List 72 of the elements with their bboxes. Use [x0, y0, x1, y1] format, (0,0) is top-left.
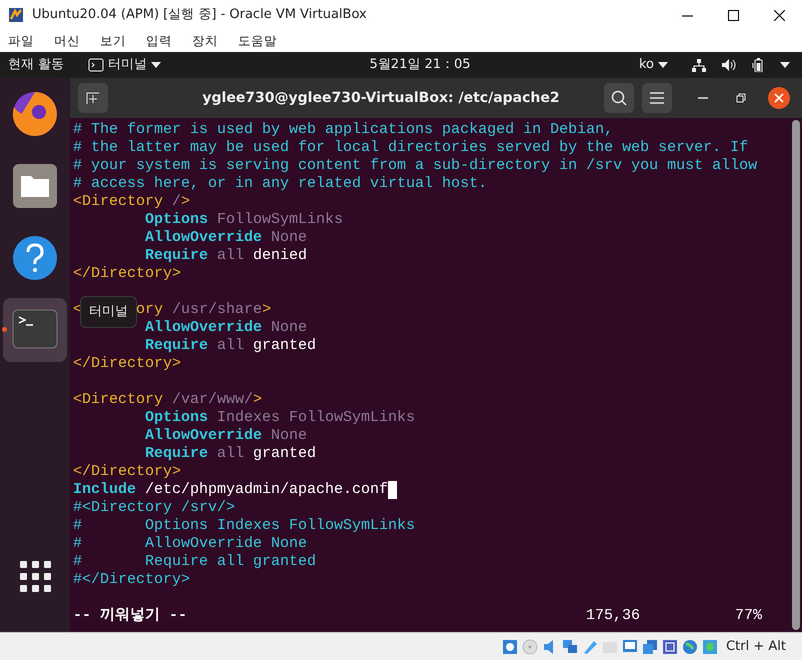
optical-disc-icon: [522, 638, 538, 654]
code-line: AllowOverride None: [145, 229, 308, 246]
virtualbox-icon: [8, 7, 24, 23]
code-line: AllowOverride None: [145, 427, 308, 444]
code-line: # your system is serving content from a sub-directory in /srv you must allow: [73, 157, 758, 174]
activities-button[interactable]: 현재 활동: [8, 55, 64, 75]
code-line: <Directory /var/www/>: [73, 391, 262, 408]
code-line: Require all denied: [145, 247, 308, 264]
clock[interactable]: 5월21일 21：05: [370, 55, 471, 75]
code-line: Require all granted: [145, 445, 316, 462]
download-icon: [702, 638, 718, 654]
volume-icon: [722, 59, 736, 71]
editor-mode: -- 끼워넣기 --: [73, 607, 188, 625]
firefox-icon: [11, 90, 59, 138]
menu-item[interactable]: 도움말: [238, 32, 277, 50]
caret-icon: [658, 62, 668, 68]
display-icon: [622, 638, 638, 654]
menu-button[interactable]: [642, 83, 672, 113]
network-icon: [692, 58, 706, 72]
terminal-icon: [88, 58, 104, 72]
menu-item[interactable]: 보기: [100, 32, 126, 50]
code-line: Options FollowSymLinks: [145, 211, 344, 228]
menu-item[interactable]: 입력: [146, 32, 172, 50]
search-icon: [611, 90, 627, 106]
code-line: #</Directory>: [73, 571, 190, 588]
code-line: <Directory />: [73, 193, 190, 210]
menu-item[interactable]: 파일: [8, 32, 34, 50]
code-line: # AllowOverride None: [73, 535, 308, 552]
maximize-icon: [728, 10, 738, 20]
menu-item[interactable]: 장치: [192, 32, 218, 50]
code-line: ory /usr/share>: [136, 301, 272, 318]
scroll-percent: 77%: [734, 607, 762, 625]
input-method-menu[interactable]: ko: [638, 55, 668, 75]
caret-icon: [780, 62, 790, 68]
menu-icon: [650, 92, 664, 104]
code-line: Require all granted: [145, 337, 316, 354]
code-line: </Directory>: [73, 355, 182, 372]
app-grid-icon[interactable]: [20, 561, 50, 592]
help-icon: [11, 234, 59, 282]
window-title: Ubuntu20.04 (APM) [실행 중] - Oracle VM VirtualBox: [32, 6, 367, 24]
app-menu[interactable]: 터미널: [88, 55, 162, 75]
code-line: #<Directory /srv/>: [73, 499, 236, 516]
minimize-icon: [698, 97, 708, 99]
search-button[interactable]: [604, 83, 634, 113]
globe-icon: [682, 638, 698, 654]
folder-icon: [11, 162, 59, 210]
code-line: # The former is used by web applications packaged in Debian,: [73, 121, 614, 138]
video-capture-icon: [642, 638, 658, 654]
code-line: # Options Indexes FollowSymLinks: [73, 517, 416, 534]
close-icon: [774, 10, 784, 20]
code-line: AllowOverride None: [145, 319, 308, 336]
close-icon: [768, 87, 790, 109]
new-tab-icon: [86, 91, 100, 105]
cpu-icon: [662, 638, 678, 654]
code-line: # access here, or in any related virtual host.: [73, 175, 488, 192]
code-line: </Directory>: [73, 463, 182, 480]
network-icon: [562, 638, 578, 654]
code-line: # Require all granted: [73, 553, 316, 570]
terminal-title: yglee730@yglee730-VirtualBox: /etc/apache2: [202, 90, 560, 106]
cursor-position: 175,36: [586, 607, 640, 625]
new-tab-button[interactable]: [78, 83, 108, 113]
code-line: </Directory>: [73, 265, 182, 282]
host-key-label: Ctrl + Alt: [726, 638, 786, 656]
code-line: # the latter may be used for local directories served by the web server. If: [73, 139, 748, 156]
code-line: Include /etc/phpmyadmin/apache.conf: [73, 481, 388, 498]
battery-icon: [752, 58, 764, 72]
caret-icon: [151, 62, 162, 68]
tooltip: 터미널: [80, 296, 137, 328]
scrollbar-thumb[interactable]: [792, 120, 800, 630]
restore-icon: [736, 93, 746, 103]
code-line: Options Indexes FollowSymLinks: [145, 409, 416, 426]
menu-item[interactable]: 머신: [54, 32, 80, 50]
